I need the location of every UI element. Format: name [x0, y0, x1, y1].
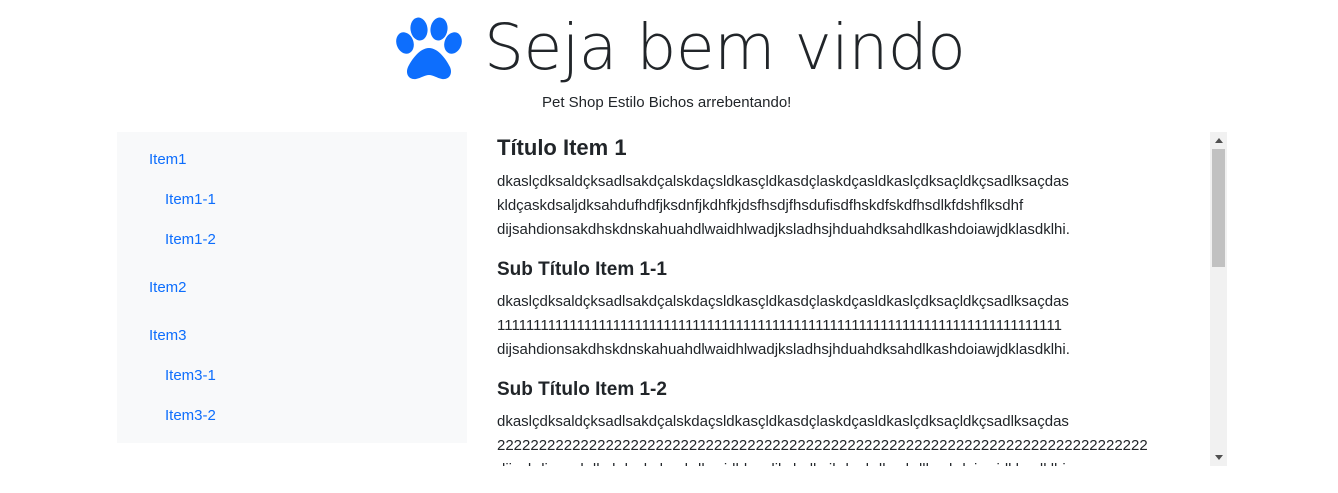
section-item1-2: Sub Título Item 1-2 dkaslçdksaldçksadlsa…	[497, 378, 1207, 466]
scroll-up-button[interactable]	[1210, 132, 1227, 149]
page-header: Seja bem vindo Pet Shop Estilo Bichos ar…	[0, 0, 1338, 120]
section-item1: Título Item 1 dkaslçdksaldçksadlsakdçals…	[497, 134, 1207, 242]
section-heading: Sub Título Item 1-2	[497, 379, 667, 400]
section-text-line: 2222222222222222222222222222222222222222…	[497, 437, 1148, 454]
title-row: Seja bem vindo	[394, 8, 966, 88]
section-text-line: dijsahdionsakdhskdnskahuahdlwaidhlwadjks…	[497, 221, 1070, 238]
section-item1-1: Sub Título Item 1-1 dkaslçdksaldçksadlsa…	[497, 258, 1207, 362]
section-heading: Título Item 1	[497, 135, 627, 160]
section-text-line: dkaslçdksaldçksadlsakdçalskdaçsldkasçldk…	[497, 173, 1069, 190]
sidebar-item-item1-2[interactable]: Item1-2	[165, 231, 216, 248]
sidebar-item-item1-1[interactable]: Item1-1	[165, 191, 216, 208]
triangle-up-icon	[1214, 138, 1223, 143]
page-title: Seja bem vindo	[484, 11, 966, 84]
section-text-line: dijsahdionsakdhskdnskahuahdlwaidhlwadjks…	[497, 458, 1207, 466]
paw-icon	[396, 17, 462, 80]
triangle-down-icon	[1214, 455, 1223, 460]
section-text-line: 1111111111111111111111111111111111111111…	[497, 317, 1062, 334]
sidebar-item-item2[interactable]: Item2	[149, 279, 187, 296]
section-heading: Sub Título Item 1-1	[497, 259, 667, 280]
scrollbar-thumb[interactable]	[1212, 149, 1225, 267]
sidebar-nav: Item1 Item1-1 Item1-2 Item2 Item3 Item3-…	[117, 132, 467, 443]
scroll-down-button[interactable]	[1210, 449, 1227, 466]
sidebar-item-item3-2[interactable]: Item3-2	[165, 407, 216, 424]
section-text-line: kldçaskdsaljdksahdufhdfjksdnfjkdhfkjdsfh…	[497, 197, 1024, 214]
vertical-scrollbar[interactable]	[1210, 132, 1227, 466]
sidebar-item-item3-1[interactable]: Item3-1	[165, 367, 216, 384]
section-text-line: dkaslçdksaldçksadlsakdçalskdaçsldkasçldk…	[497, 413, 1069, 430]
scrollable-content[interactable]: Título Item 1 dkaslçdksaldçksadlsakdçals…	[497, 132, 1207, 466]
section-text-line: dkaslçdksaldçksadlsakdçalskdaçsldkasçldk…	[497, 293, 1069, 310]
sidebar-item-item3[interactable]: Item3	[149, 327, 187, 344]
section-text-line: dijsahdionsakdhskdnskahuahdlwaidhlwadjks…	[497, 341, 1070, 358]
page-subtitle: Pet Shop Estilo Bichos arrebentando!	[542, 94, 792, 111]
sidebar-item-item1[interactable]: Item1	[149, 151, 187, 168]
